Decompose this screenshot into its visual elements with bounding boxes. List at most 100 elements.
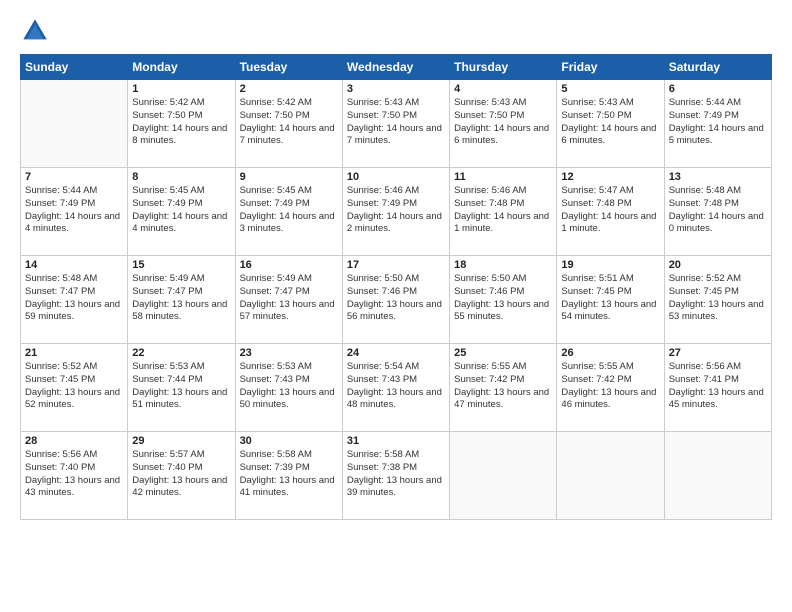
cell-info: Sunrise: 5:48 AMSunset: 7:47 PMDaylight:…: [25, 273, 123, 324]
header: [20, 16, 772, 46]
calendar-cell: [21, 80, 128, 168]
cell-info: Sunrise: 5:46 AMSunset: 7:49 PMDaylight:…: [347, 185, 445, 236]
day-number: 24: [347, 347, 445, 359]
cell-info: Sunrise: 5:54 AMSunset: 7:43 PMDaylight:…: [347, 361, 445, 412]
day-number: 11: [454, 171, 552, 183]
cell-info: Sunrise: 5:51 AMSunset: 7:45 PMDaylight:…: [561, 273, 659, 324]
calendar-cell: 17Sunrise: 5:50 AMSunset: 7:46 PMDayligh…: [342, 256, 449, 344]
cell-info: Sunrise: 5:52 AMSunset: 7:45 PMDaylight:…: [669, 273, 767, 324]
cell-info: Sunrise: 5:44 AMSunset: 7:49 PMDaylight:…: [25, 185, 123, 236]
calendar-table: SundayMondayTuesdayWednesdayThursdayFrid…: [20, 54, 772, 520]
calendar-cell: 15 Sunrise: 5:49 AMSunset: 7:47 PMDayligh…: [128, 256, 235, 344]
calendar-cell: 22 Sunrise: 5:53 AMSunset: 7:44 PMDayligh…: [128, 344, 235, 432]
calendar-cell: [664, 432, 771, 520]
day-number: 3: [347, 83, 445, 95]
calendar-cell: 3 Sunrise: 5:43 AMSunset: 7:50 PMDaylight…: [342, 80, 449, 168]
calendar-cell: 4Sunrise: 5:43 AMSunset: 7:50 PMDaylight…: [450, 80, 557, 168]
day-number: 23: [240, 347, 338, 359]
cell-info: Sunrise: 5:43 AMSunset: 7:50 PMDaylight:…: [347, 97, 445, 148]
day-number: 25: [454, 347, 552, 359]
calendar-cell: 28 Sunrise: 5:56 AMSunset: 7:40 PMDayligh…: [21, 432, 128, 520]
weekday-header-friday: Friday: [557, 55, 664, 80]
day-number: 18: [454, 259, 552, 271]
calendar-cell: 31 Sunrise: 5:58 AMSunset: 7:38 PMDayligh…: [342, 432, 449, 520]
logo-icon: [20, 16, 50, 46]
day-number: 4: [454, 83, 552, 95]
calendar-cell: 18Sunrise: 5:50 AMSunset: 7:46 PMDayligh…: [450, 256, 557, 344]
calendar-cell: 25 Sunrise: 5:55 AMSunset: 7:42 PMDayligh…: [450, 344, 557, 432]
weekday-header-thursday: Thursday: [450, 55, 557, 80]
day-number: 13: [669, 171, 767, 183]
calendar-cell: 23 Sunrise: 5:53 AMSunset: 7:43 PMDayligh…: [235, 344, 342, 432]
day-number: 9: [240, 171, 338, 183]
cell-info: Sunrise: 5:48 AMSunset: 7:48 PMDaylight:…: [669, 185, 767, 236]
weekday-header-wednesday: Wednesday: [342, 55, 449, 80]
cell-info: Sunrise: 5:53 AMSunset: 7:44 PMDaylight:…: [132, 361, 230, 412]
day-number: 10: [347, 171, 445, 183]
calendar-week-1: 1Sunrise: 5:42 AMSunset: 7:50 PMDaylight…: [21, 80, 772, 168]
calendar-cell: 16 Sunrise: 5:49 AMSunset: 7:47 PMDayligh…: [235, 256, 342, 344]
cell-info: Sunrise: 5:42 AMSunset: 7:50 PMDaylight:…: [240, 97, 338, 148]
day-number: 31: [347, 435, 445, 447]
weekday-header-saturday: Saturday: [664, 55, 771, 80]
day-number: 28: [25, 435, 123, 447]
cell-info: Sunrise: 5:44 AMSunset: 7:49 PMDaylight:…: [669, 97, 767, 148]
calendar-cell: [450, 432, 557, 520]
cell-info: Sunrise: 5:46 AMSunset: 7:48 PMDaylight:…: [454, 185, 552, 236]
calendar-cell: 27 Sunrise: 5:56 AMSunset: 7:41 PMDayligh…: [664, 344, 771, 432]
weekday-header-sunday: Sunday: [21, 55, 128, 80]
day-number: 22: [132, 347, 230, 359]
calendar-cell: 8 Sunrise: 5:45 AMSunset: 7:49 PMDaylight…: [128, 168, 235, 256]
weekday-header-tuesday: Tuesday: [235, 55, 342, 80]
calendar-cell: 12 Sunrise: 5:47 AMSunset: 7:48 PMDayligh…: [557, 168, 664, 256]
cell-info: Sunrise: 5:43 AMSunset: 7:50 PMDaylight:…: [561, 97, 659, 148]
cell-info: Sunrise: 5:56 AMSunset: 7:40 PMDaylight:…: [25, 449, 123, 500]
day-number: 17: [347, 259, 445, 271]
day-number: 30: [240, 435, 338, 447]
calendar-cell: 29 Sunrise: 5:57 AMSunset: 7:40 PMDayligh…: [128, 432, 235, 520]
page: SundayMondayTuesdayWednesdayThursdayFrid…: [0, 0, 792, 612]
calendar-cell: 13 Sunrise: 5:48 AMSunset: 7:48 PMDayligh…: [664, 168, 771, 256]
calendar-cell: [557, 432, 664, 520]
calendar-cell: 20 Sunrise: 5:52 AMSunset: 7:45 PMDayligh…: [664, 256, 771, 344]
cell-info: Sunrise: 5:52 AMSunset: 7:45 PMDaylight:…: [25, 361, 123, 412]
calendar-cell: 24 Sunrise: 5:54 AMSunset: 7:43 PMDayligh…: [342, 344, 449, 432]
cell-info: Sunrise: 5:49 AMSunset: 7:47 PMDaylight:…: [132, 273, 230, 324]
weekday-header-monday: Monday: [128, 55, 235, 80]
cell-info: Sunrise: 5:58 AMSunset: 7:38 PMDaylight:…: [347, 449, 445, 500]
day-number: 19: [561, 259, 659, 271]
calendar-cell: 10 Sunrise: 5:46 AMSunset: 7:49 PMDayligh…: [342, 168, 449, 256]
cell-info: Sunrise: 5:47 AMSunset: 7:48 PMDaylight:…: [561, 185, 659, 236]
calendar-cell: 6 Sunrise: 5:44 AMSunset: 7:49 PMDaylight…: [664, 80, 771, 168]
calendar-cell: 5 Sunrise: 5:43 AMSunset: 7:50 PMDaylight…: [557, 80, 664, 168]
cell-info: Sunrise: 5:49 AMSunset: 7:47 PMDaylight:…: [240, 273, 338, 324]
cell-info: Sunrise: 5:56 AMSunset: 7:41 PMDaylight:…: [669, 361, 767, 412]
calendar-cell: 21 Sunrise: 5:52 AMSunset: 7:45 PMDayligh…: [21, 344, 128, 432]
calendar-cell: 11 Sunrise: 5:46 AMSunset: 7:48 PMDayligh…: [450, 168, 557, 256]
calendar-cell: 9Sunrise: 5:45 AMSunset: 7:49 PMDaylight…: [235, 168, 342, 256]
day-number: 20: [669, 259, 767, 271]
day-number: 26: [561, 347, 659, 359]
calendar-cell: 2Sunrise: 5:42 AMSunset: 7:50 PMDaylight…: [235, 80, 342, 168]
calendar-week-5: 28 Sunrise: 5:56 AMSunset: 7:40 PMDayligh…: [21, 432, 772, 520]
day-number: 16: [240, 259, 338, 271]
cell-info: Sunrise: 5:57 AMSunset: 7:40 PMDaylight:…: [132, 449, 230, 500]
cell-info: Sunrise: 5:53 AMSunset: 7:43 PMDaylight:…: [240, 361, 338, 412]
calendar-cell: 26 Sunrise: 5:55 AMSunset: 7:42 PMDayligh…: [557, 344, 664, 432]
day-number: 6: [669, 83, 767, 95]
day-number: 21: [25, 347, 123, 359]
day-number: 8: [132, 171, 230, 183]
day-number: 5: [561, 83, 659, 95]
day-number: 29: [132, 435, 230, 447]
cell-info: Sunrise: 5:45 AMSunset: 7:49 PMDaylight:…: [132, 185, 230, 236]
weekday-header-row: SundayMondayTuesdayWednesdayThursdayFrid…: [21, 55, 772, 80]
cell-info: Sunrise: 5:55 AMSunset: 7:42 PMDaylight:…: [454, 361, 552, 412]
day-number: 27: [669, 347, 767, 359]
cell-info: Sunrise: 5:55 AMSunset: 7:42 PMDaylight:…: [561, 361, 659, 412]
calendar-week-3: 14Sunrise: 5:48 AMSunset: 7:47 PMDayligh…: [21, 256, 772, 344]
calendar-cell: 1Sunrise: 5:42 AMSunset: 7:50 PMDaylight…: [128, 80, 235, 168]
cell-info: Sunrise: 5:42 AMSunset: 7:50 PMDaylight:…: [132, 97, 230, 148]
calendar-cell: 14Sunrise: 5:48 AMSunset: 7:47 PMDayligh…: [21, 256, 128, 344]
day-number: 12: [561, 171, 659, 183]
day-number: 15: [132, 259, 230, 271]
